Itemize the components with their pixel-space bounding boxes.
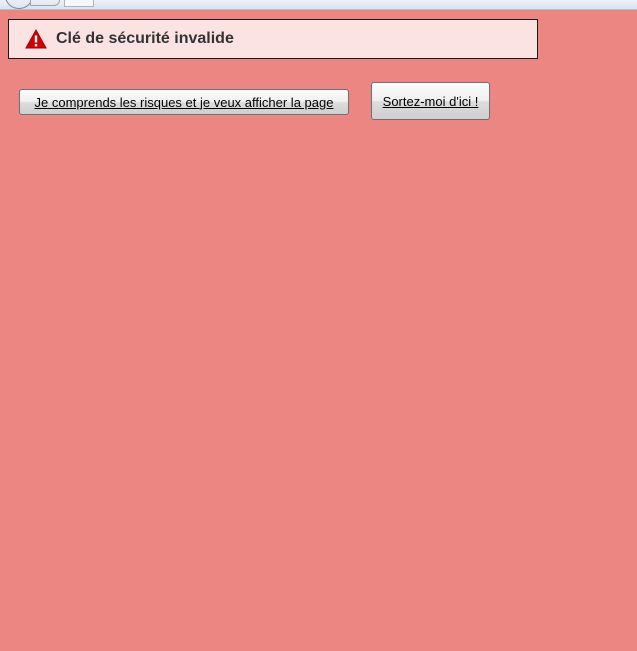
- browser-toolbar: [0, 0, 637, 10]
- toolbar-control[interactable]: [64, 0, 94, 7]
- back-button[interactable]: [5, 0, 33, 9]
- error-title: Clé de sécurité invalide: [56, 30, 234, 47]
- error-banner: Clé de sécurité invalide: [8, 19, 538, 59]
- warning-icon: [25, 28, 47, 49]
- leave-button[interactable]: Sortez-moi d'ici !: [371, 82, 490, 120]
- accept-risk-button[interactable]: Je comprends les risques et je veux affi…: [19, 89, 349, 115]
- forward-button[interactable]: [30, 0, 60, 6]
